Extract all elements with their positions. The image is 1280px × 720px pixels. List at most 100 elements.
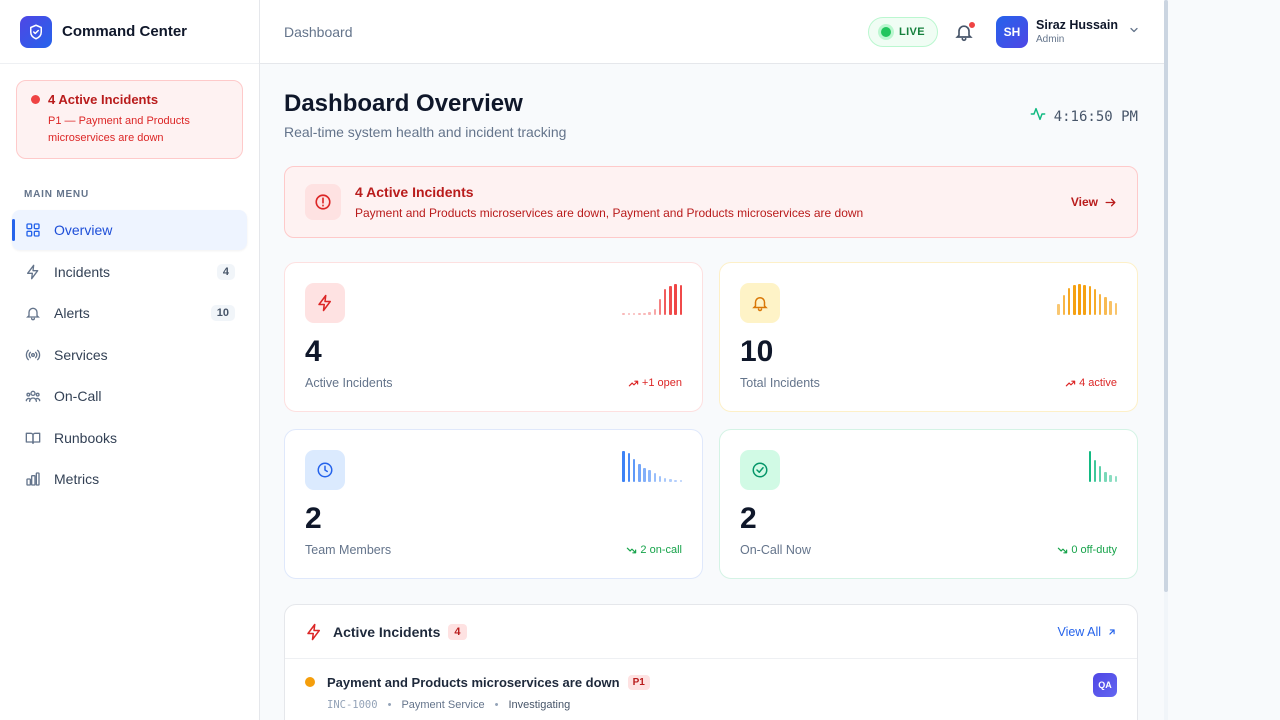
stat-trend-text: 4 active: [1079, 377, 1117, 389]
right-gutter: [1168, 0, 1280, 720]
sparkline: [1057, 283, 1117, 315]
stat-card-on-call-now[interactable]: 2 On-Call Now 0 off-duty: [719, 429, 1138, 579]
stat-trend-text: +1 open: [641, 377, 682, 389]
sparkline-bar: [674, 480, 677, 482]
clock-time: 4:16:50 PM: [1053, 108, 1138, 125]
trend-up-icon: [1065, 378, 1076, 389]
sparkline-bar: [648, 470, 651, 482]
stat-card-active-incidents[interactable]: 4 Active Incidents +1 open: [284, 262, 703, 412]
severity-dot-icon: [305, 677, 315, 687]
priority-badge: P1: [627, 675, 650, 690]
sidebar-item-label: On-Call: [54, 388, 102, 404]
top-bar: Dashboard LIVE SH Siraz Hussain Admin: [260, 0, 1164, 64]
stat-trend: 0 off-duty: [1057, 544, 1117, 556]
sidebar-item-label: Runbooks: [54, 429, 118, 446]
sidebar-item-overview[interactable]: Overview: [12, 210, 247, 250]
sparkline-bar: [674, 283, 677, 315]
activity-pulse-icon: [1030, 106, 1046, 127]
alert-circle-icon: [305, 184, 341, 220]
stat-value: 2: [740, 502, 757, 535]
sparkline-bar: [658, 475, 662, 482]
sidebar-item-metrics[interactable]: Metrics: [12, 459, 247, 499]
list-item[interactable]: Payment and Products microservices are d…: [285, 659, 1137, 720]
sparkline: [622, 283, 682, 315]
sparkline-bar: [653, 308, 657, 315]
sidebar-item-label: Incidents: [54, 263, 111, 280]
live-status-badge: LIVE: [867, 16, 939, 47]
sidebar-alert-subtitle: P1 — Payment and Products microservices …: [48, 115, 190, 144]
sparkline-bar: [1114, 302, 1117, 315]
stat-label: Team Members: [305, 543, 392, 557]
banner-subtitle: Payment and Products microservices are d…: [355, 206, 864, 220]
view-all-link[interactable]: View All: [1057, 625, 1117, 639]
sidebar-item-alerts[interactable]: Alerts 10: [12, 293, 247, 333]
sidebar: Command Center 4 Active Incidents P1 — P…: [0, 0, 260, 720]
sparkline-bar: [679, 284, 682, 315]
sidebar-item-services[interactable]: Services: [12, 335, 247, 375]
live-clock: 4:16:50 PM: [1030, 106, 1138, 127]
incident-id: INC-1000: [327, 699, 378, 711]
arrow-right-icon: [1104, 196, 1117, 209]
stat-trend: +1 open: [628, 377, 682, 389]
alert-dot-icon: [31, 95, 40, 104]
sparkline-bar: [643, 313, 646, 315]
user-role: Admin: [1036, 34, 1065, 45]
sidebar-item-label: Alerts: [54, 305, 90, 321]
bell-icon: [24, 304, 42, 322]
sparkline-bar: [638, 464, 641, 482]
stat-card-team-members[interactable]: 2 Team Members 2 on-call: [284, 429, 703, 579]
stat-value: 10: [740, 335, 774, 368]
stat-label: Active Incidents: [305, 376, 393, 390]
sparkline-bar: [658, 299, 662, 315]
sidebar-item-label: Overview: [54, 222, 113, 238]
bar-chart-icon: [24, 470, 42, 488]
sidebar-item-on-call[interactable]: On-Call: [12, 376, 247, 416]
sparkline-bar: [1093, 459, 1097, 482]
sidebar-item-runbooks[interactable]: Runbooks: [12, 418, 247, 458]
incident-title: Payment and Products microservices are d…: [327, 675, 620, 690]
avatar: SH: [996, 15, 1029, 48]
sparkline-bar: [632, 313, 636, 315]
stat-card-total-incidents[interactable]: 10 Total Incidents 4 active: [719, 262, 1138, 412]
grid-icon: [24, 221, 42, 239]
sparkline-bar: [1067, 287, 1071, 315]
trend-up-icon: [628, 378, 639, 389]
user-name: Siraz Hussain: [1036, 18, 1118, 32]
bell-icon: [740, 283, 780, 323]
sparkline-bar: [1073, 284, 1076, 315]
sparkline-bar: [663, 477, 667, 482]
main-menu: Overview Incidents 4 Alerts 10 Services: [0, 210, 259, 499]
breadcrumb[interactable]: Dashboard: [284, 24, 353, 40]
sparkline-bar: [648, 312, 651, 315]
sparkline-bar: [1104, 297, 1107, 315]
sidebar-item-incidents[interactable]: Incidents 4: [12, 252, 247, 292]
sparkline-bar: [1093, 289, 1097, 315]
sparkline-bar: [622, 450, 625, 482]
chevron-down-icon[interactable]: [1128, 23, 1140, 41]
banner-view-label: View: [1070, 195, 1098, 209]
sparkline-bar: [1098, 294, 1102, 315]
stat-trend: 2 on-call: [626, 544, 682, 556]
trend-down-icon: [626, 545, 637, 556]
trend-down-icon: [1057, 545, 1068, 556]
sparkline-bar: [632, 458, 636, 482]
live-dot-icon: [880, 26, 891, 37]
sparkline-bar: [1062, 295, 1066, 315]
sparkline-bar: [622, 313, 625, 315]
brand[interactable]: Command Center: [0, 0, 259, 64]
broadcast-icon: [24, 346, 42, 364]
stat-trend-text: 0 off-duty: [1071, 544, 1117, 556]
sparkline-bar: [643, 467, 646, 482]
sparkline-bar: [1078, 283, 1081, 315]
users-icon: [24, 387, 42, 405]
user-menu[interactable]: SH Siraz Hussain Admin: [996, 15, 1140, 48]
sidebar-incident-alert[interactable]: 4 Active Incidents P1 — Payment and Prod…: [16, 80, 243, 159]
separator-dot: •: [387, 699, 392, 711]
incident-count-badge: 4: [448, 623, 467, 640]
active-incidents-panel: Active Incidents 4 View All Payment and …: [284, 604, 1138, 720]
lightning-icon: [305, 283, 345, 323]
banner-view-button[interactable]: View: [1071, 195, 1117, 209]
incident-status: Investigating: [508, 699, 571, 711]
notifications-bell-icon[interactable]: [954, 20, 977, 42]
stat-trend-text: 2 on-call: [640, 544, 682, 556]
